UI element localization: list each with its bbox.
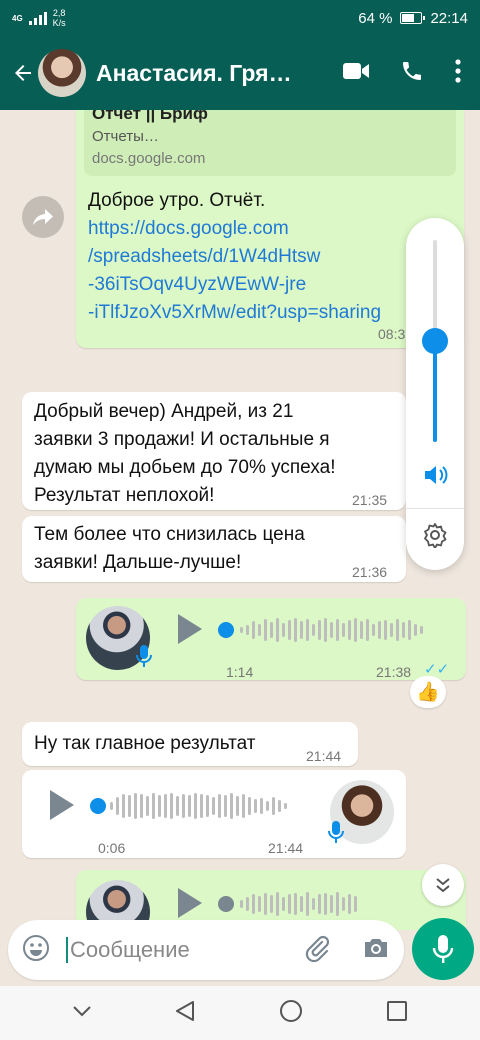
waveform[interactable] [240,615,423,645]
message-composer [8,920,404,980]
link-line: https://docs.google.com [88,218,289,239]
chat-area[interactable]: Отчет || Бриф Отчеты… docs.google.com До… [0,110,480,930]
message-time: 21:38 [376,664,412,680]
recents-square-icon[interactable] [386,1000,408,1027]
network-speed: 2,8 K/s [53,8,66,28]
message-time: 21:44 [306,748,342,764]
chat-header: Анастасия. Гря… [0,36,480,110]
link-line: -36iTsOqv4UyzWEwW-jre [88,274,307,295]
message-line: думаю мы добьем до 70% успеха! [34,457,336,478]
preview-title: Отчет || Бриф [92,110,208,123]
mic-icon [136,644,152,668]
phone-icon[interactable] [400,59,424,88]
volume-panel[interactable] [406,218,464,570]
message-line: Результат неплохой! [34,485,215,506]
top-bar: 4G 2,8 K/s 64 % 22:14 Анастасия. Гря… [0,0,480,110]
more-vert-icon[interactable] [454,58,462,89]
camera-icon[interactable] [362,936,390,965]
battery-percent: 64 % [358,9,393,27]
incoming-message[interactable]: Ну так главное результат 21:44 [22,722,358,766]
message-link[interactable]: https://docs.google.com /spreadsheets/d/… [88,215,418,327]
link-line: -iTlfJzoXv5XrMw/edit?usp=sharing [88,302,382,323]
forward-icon[interactable] [22,196,64,238]
preview-domain: docs.google.com [92,150,206,167]
system-nav-bar [0,986,480,1040]
back-arrow-icon[interactable] [8,58,38,88]
message-time: 21:35 [352,492,388,508]
network-type: 4G [12,13,23,23]
home-circle-icon[interactable] [279,999,303,1028]
incoming-voice-message[interactable]: 0:06 21:44 [22,770,406,858]
clock: 22:14 [430,9,468,27]
incoming-message[interactable]: Добрый вечер) Андрей, из 21 заявки 3 про… [22,392,406,510]
message-text: Доброе утро. Отчёт. [88,190,266,211]
settings-gear-icon[interactable] [422,522,448,553]
signal-icon [28,11,47,25]
emoji-icon[interactable] [22,934,50,967]
speed-unit: K/s [52,18,66,28]
mic-icon [328,820,344,844]
play-icon[interactable] [178,888,202,918]
playback-position[interactable] [218,896,234,912]
status-bar: 4G 2,8 K/s 64 % 22:14 [0,0,480,36]
play-icon[interactable] [50,790,74,820]
message-time: 21:36 [352,564,388,580]
thumbs-up-reaction[interactable]: 👍 [410,676,446,708]
voice-duration: 0:06 [98,840,126,856]
collapse-icon[interactable] [72,1004,92,1022]
video-call-icon[interactable] [342,60,370,87]
back-triangle-icon[interactable] [175,1000,195,1027]
attach-icon[interactable] [304,934,330,967]
message-text: Ну так главное результат [34,733,256,754]
volume-level [433,341,437,442]
battery-icon [400,12,426,24]
waveform[interactable] [110,791,287,821]
message-line: заявки 3 продажи! И остальные я [34,429,330,450]
scroll-to-bottom-button[interactable] [422,864,464,906]
play-icon[interactable] [178,614,202,644]
message-time: 21:44 [268,840,304,856]
voice-duration: 1:14 [226,664,254,680]
contact-avatar[interactable] [38,49,86,97]
link-line: /spreadsheets/d/1W4dHtsw [88,246,321,267]
contact-name[interactable]: Анастасия. Гря… [96,60,296,87]
outgoing-voice-message[interactable]: 1:14 21:38 ✓✓ [76,598,466,680]
speaker-icon[interactable] [423,464,449,491]
message-input[interactable] [66,937,286,963]
divider [406,508,464,509]
message-line: заявки! Дальше-лучше! [34,552,242,573]
incoming-message[interactable]: Тем более что снизилась цена заявки! Дал… [22,516,406,582]
playback-position[interactable] [90,798,106,814]
playback-position[interactable] [218,622,234,638]
message-line: Тем более что снизилась цена [34,524,305,545]
waveform[interactable] [240,889,357,919]
volume-knob[interactable] [422,328,448,354]
voice-record-button[interactable] [412,918,474,980]
preview-subtitle: Отчеты… [92,128,159,145]
link-preview[interactable]: Отчет || Бриф Отчеты… docs.google.com [84,110,456,176]
message-time: 08:3 [378,326,406,342]
message-line: Добрый вечер) Андрей, из 21 [34,401,294,422]
speed-value: 2,8 [52,8,66,18]
